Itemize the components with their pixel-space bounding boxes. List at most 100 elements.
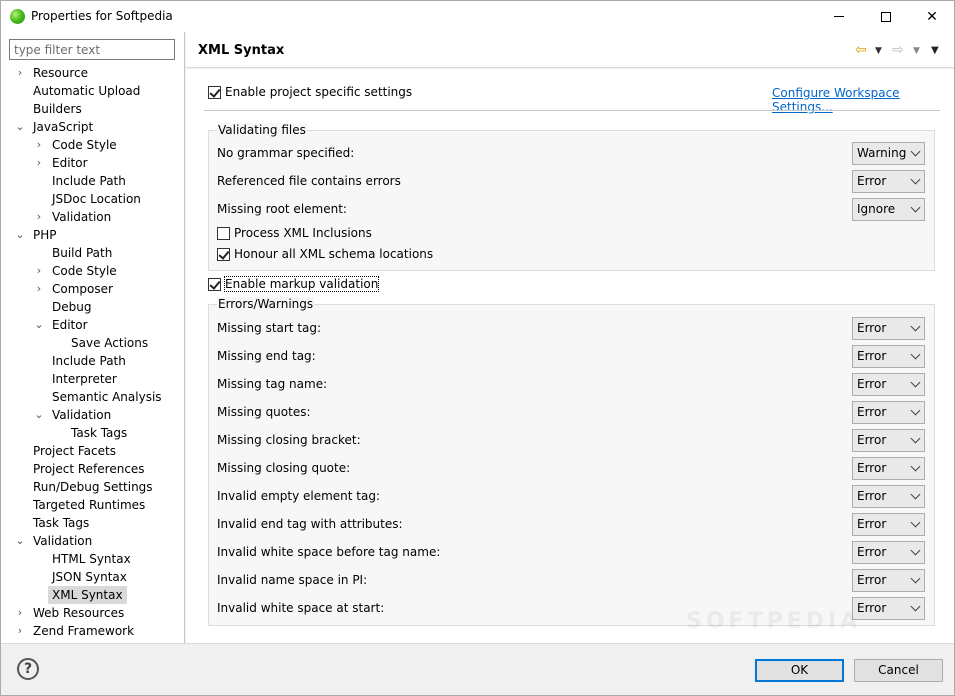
severity-dropdown[interactable]: Error <box>852 170 925 193</box>
sidebar-item[interactable]: Run/Debug Settings <box>1 478 185 496</box>
chevron-right-icon[interactable]: › <box>34 280 44 298</box>
sidebar-item-label: Builders <box>33 102 82 116</box>
sidebar-item[interactable]: Include Path <box>1 352 185 370</box>
sidebar-item[interactable]: Builders <box>1 100 185 118</box>
sidebar-item-label: Include Path <box>52 354 126 368</box>
chevron-down-icon[interactable]: ⌄ <box>34 406 44 424</box>
severity-dropdown[interactable]: Error <box>852 485 925 508</box>
checkbox-box[interactable] <box>208 277 221 291</box>
severity-dropdown[interactable]: Error <box>852 597 925 620</box>
sidebar-item[interactable]: › Zend Framework <box>1 622 185 640</box>
help-icon[interactable]: ? <box>17 658 39 680</box>
sidebar-item[interactable]: ⌄ JavaScript <box>1 118 185 136</box>
close-button[interactable]: ✕ <box>909 1 955 32</box>
severity-dropdown[interactable]: Error <box>852 429 925 452</box>
enable-markup-checkbox[interactable]: Enable markup validation <box>208 276 380 292</box>
minimize-button[interactable] <box>816 1 862 32</box>
sidebar-item[interactable]: HTML Syntax <box>1 550 185 568</box>
chevron-right-icon[interactable]: › <box>15 622 25 640</box>
sidebar-item[interactable]: JSON Syntax <box>1 568 185 586</box>
honour-schema-checkbox[interactable]: Honour all XML schema locations <box>217 247 433 261</box>
sidebar-item[interactable]: › Editor <box>1 154 185 172</box>
severity-dropdown[interactable]: Error <box>852 569 925 592</box>
sidebar-item-label: Validation <box>52 408 112 422</box>
back-arrow-icon[interactable]: ⇦ <box>855 42 867 58</box>
page-title: XML Syntax <box>198 43 285 58</box>
chevron-right-icon[interactable]: › <box>15 604 25 622</box>
sidebar-item[interactable]: Build Path <box>1 244 185 262</box>
sidebar-item[interactable]: Debug <box>1 298 185 316</box>
sidebar-item[interactable]: Semantic Analysis <box>1 388 185 406</box>
checkbox-label: Enable project specific settings <box>225 85 413 99</box>
checkbox-box[interactable] <box>217 226 230 240</box>
sidebar-item[interactable]: › Code Style <box>1 262 185 280</box>
minimize-icon <box>834 16 844 17</box>
sidebar-item[interactable]: Project Facets <box>1 442 185 460</box>
chevron-right-icon[interactable]: › <box>34 136 44 154</box>
sidebar-item[interactable]: Include Path <box>1 172 185 190</box>
maximize-button[interactable] <box>863 1 909 32</box>
dropdown-value: Error <box>857 349 887 363</box>
chevron-down-icon[interactable]: ⌄ <box>34 316 44 334</box>
chevron-right-icon[interactable]: › <box>15 64 25 82</box>
sidebar-item[interactable]: Targeted Runtimes <box>1 496 185 514</box>
checkbox-label: Enable markup validation <box>223 276 380 292</box>
chevron-right-icon[interactable]: › <box>34 262 44 280</box>
sidebar-item[interactable]: › Composer <box>1 280 185 298</box>
setting-label: Missing end tag: <box>217 349 316 363</box>
dropdown-value: Error <box>857 489 887 503</box>
severity-dropdown[interactable]: Error <box>852 373 925 396</box>
button-bar: ? OK Cancel <box>1 643 954 695</box>
chevron-down-icon[interactable]: ⌄ <box>15 532 25 550</box>
chevron-down-icon <box>910 405 921 416</box>
sidebar-item-label: Save Actions <box>71 336 149 350</box>
view-menu-icon[interactable]: ▼ <box>931 45 939 56</box>
severity-dropdown[interactable]: Error <box>852 345 925 368</box>
sidebar-item[interactable]: Task Tags <box>1 424 185 442</box>
forward-arrow-icon[interactable]: ⇨ <box>892 42 904 58</box>
process-xinclude-checkbox[interactable]: Process XML Inclusions <box>217 226 372 240</box>
sidebar-item[interactable]: ⌄ Validation <box>1 532 185 550</box>
severity-dropdown[interactable]: Error <box>852 317 925 340</box>
sidebar-item[interactable]: › Code Style <box>1 136 185 154</box>
dropdown-value: Error <box>857 601 887 615</box>
setting-label: Invalid white space before tag name: <box>217 545 441 559</box>
sidebar-item[interactable]: Project References <box>1 460 185 478</box>
chevron-right-icon[interactable]: › <box>34 208 44 226</box>
forward-dropdown-icon[interactable]: ▼ <box>913 46 920 56</box>
setting-label: Missing quotes: <box>217 405 311 419</box>
severity-dropdown[interactable]: Warning <box>852 142 925 165</box>
chevron-down-icon <box>910 321 921 332</box>
cancel-button[interactable]: Cancel <box>854 659 943 682</box>
chevron-down-icon <box>910 517 921 528</box>
sidebar-item[interactable]: Interpreter <box>1 370 185 388</box>
sidebar-item[interactable]: › Resource <box>1 64 185 82</box>
sidebar-item[interactable]: › Validation <box>1 208 185 226</box>
sidebar-item[interactable]: ⌄ Editor <box>1 316 185 334</box>
sidebar-item[interactable]: XML Syntax <box>1 586 185 604</box>
checkbox-box[interactable] <box>217 247 230 261</box>
severity-dropdown[interactable]: Ignore <box>852 198 925 221</box>
sidebar-item[interactable]: JSDoc Location <box>1 190 185 208</box>
back-dropdown-icon[interactable]: ▼ <box>875 46 882 56</box>
checkbox-box[interactable] <box>208 85 221 99</box>
chevron-down-icon <box>910 573 921 584</box>
sidebar-item[interactable]: Task Tags <box>1 514 185 532</box>
setting-label: No grammar specified: <box>217 146 355 160</box>
filter-input[interactable] <box>9 39 175 60</box>
sidebar-item[interactable]: › Web Resources <box>1 604 185 622</box>
chevron-down-icon[interactable]: ⌄ <box>15 118 25 136</box>
severity-dropdown[interactable]: Error <box>852 541 925 564</box>
severity-dropdown[interactable]: Error <box>852 401 925 424</box>
sidebar-item-label: Semantic Analysis <box>52 390 162 404</box>
severity-dropdown[interactable]: Error <box>852 457 925 480</box>
sidebar-item[interactable]: ⌄ Validation <box>1 406 185 424</box>
sidebar-item[interactable]: Save Actions <box>1 334 185 352</box>
chevron-down-icon[interactable]: ⌄ <box>15 226 25 244</box>
sidebar-item[interactable]: Automatic Upload <box>1 82 185 100</box>
sidebar-item[interactable]: ⌄ PHP <box>1 226 185 244</box>
enable-project-checkbox[interactable]: Enable project specific settings <box>208 85 412 99</box>
ok-button[interactable]: OK <box>755 659 844 682</box>
severity-dropdown[interactable]: Error <box>852 513 925 536</box>
chevron-right-icon[interactable]: › <box>34 154 44 172</box>
